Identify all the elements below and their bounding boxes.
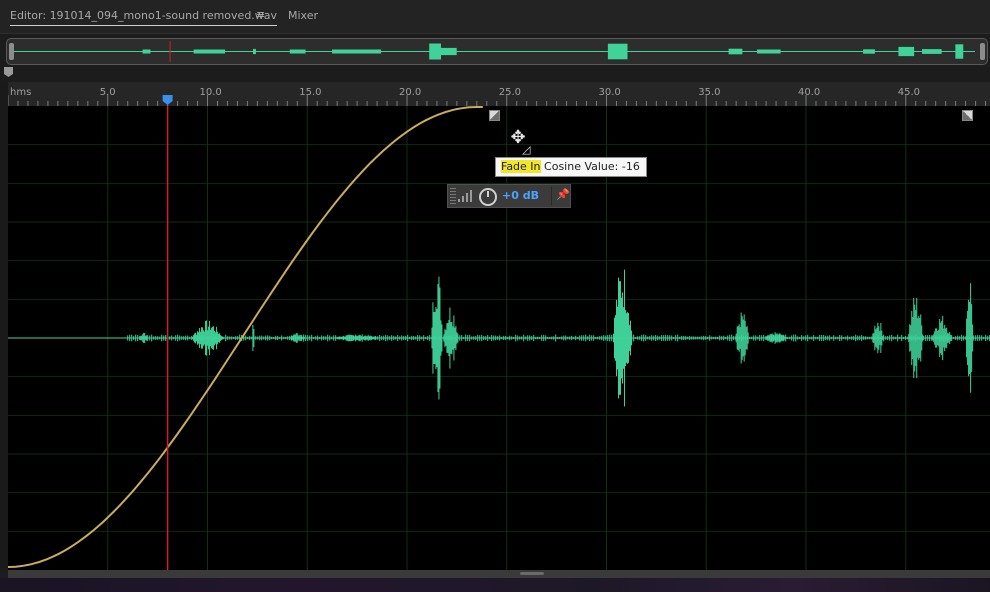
gain-value[interactable]: +0 dB xyxy=(502,189,539,202)
ruler-tick-label: 20.0 xyxy=(399,87,422,98)
tab-editor-label: Editor: 191014_094_mono1-sound removed.w… xyxy=(10,9,278,22)
ruler-tick-label: 25.0 xyxy=(498,87,522,98)
fade-tooltip: Fade In Cosine Value: -16 xyxy=(495,157,647,177)
ruler-tick-label: 5.0 xyxy=(99,87,116,98)
ruler-tick-label: 30.0 xyxy=(598,87,621,98)
ruler-tick-label: 10.0 xyxy=(199,87,222,98)
overview-burst xyxy=(955,44,964,59)
playhead-marker[interactable] xyxy=(162,95,173,105)
overview-burst xyxy=(921,49,942,54)
overview-burst xyxy=(863,49,875,54)
hud-separator xyxy=(551,187,552,205)
overview-burst xyxy=(142,49,151,54)
overview-burst xyxy=(728,48,743,55)
active-tab-underline xyxy=(10,25,278,26)
tab-editor[interactable]: Editor: 191014_094_mono1-sound removed.w… xyxy=(10,9,278,26)
overview-burst xyxy=(289,49,306,54)
ruler-tick-label: 15.0 xyxy=(299,87,322,98)
scrollbar-grip[interactable] xyxy=(520,572,544,575)
overview-burst xyxy=(440,47,457,56)
fade-tooltip-text: Cosine Value: -16 xyxy=(540,160,640,173)
spectral-strip xyxy=(0,578,990,592)
time-ruler[interactable]: hms 5.0 10.0 15.0 20.0 25.0 30.0 35.0 40.0 45.0 xyxy=(8,82,990,107)
overview-burst xyxy=(193,49,226,54)
horizontal-scrollbar[interactable] xyxy=(8,570,990,578)
overview-burst xyxy=(332,49,382,54)
overview-navigator[interactable] xyxy=(6,38,988,65)
ruler-tick-label: 35.0 xyxy=(698,87,721,98)
fade-out-handle[interactable] xyxy=(962,110,973,121)
zoom-navigator xyxy=(0,66,990,82)
ruler-tick-label: 45.0 xyxy=(897,87,921,98)
fade-tooltip-highlight: Fade In xyxy=(501,160,541,173)
gain-hud[interactable]: +0 dB 📌 xyxy=(447,184,571,208)
overview-burst xyxy=(607,43,628,60)
tab-mixer[interactable]: Mixer xyxy=(288,9,318,22)
overview-burst xyxy=(429,43,441,60)
volume-knob-icon[interactable] xyxy=(479,188,497,206)
overview-waveform xyxy=(13,41,975,62)
overview-burst xyxy=(898,46,915,57)
overview-burst xyxy=(253,48,256,55)
overview-burst xyxy=(757,49,781,54)
panel-menu-icon[interactable]: ≡ xyxy=(256,8,265,21)
tab-bar: Editor: 191014_094_mono1-sound removed.w… xyxy=(0,0,990,34)
overview-right-handle[interactable] xyxy=(980,43,985,60)
pin-icon[interactable]: 📌 xyxy=(556,188,570,201)
corner-cursor-icon: ◿ xyxy=(522,143,531,156)
hud-grip[interactable] xyxy=(450,188,456,204)
ruler-tick-label: 40.0 xyxy=(798,87,821,98)
level-bars-icon xyxy=(458,190,474,202)
zoom-thumb[interactable] xyxy=(4,67,13,77)
fade-in-handle[interactable] xyxy=(489,110,500,121)
tab-mixer-label: Mixer xyxy=(288,9,319,22)
